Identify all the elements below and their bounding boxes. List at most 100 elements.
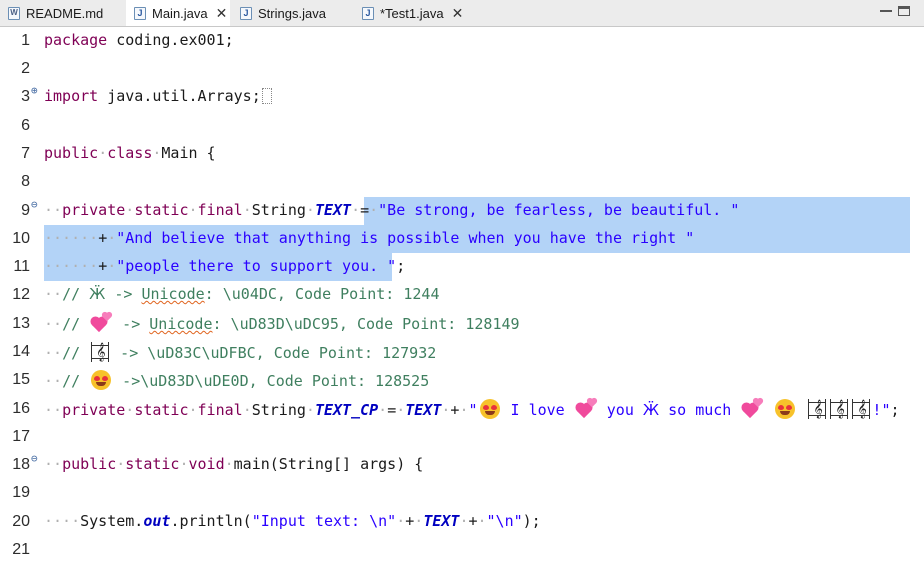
code-line: 14 ··// 𝄞 -> \uD83C\uDFBC, Code Point: 1… [0,338,924,366]
line-text: package coding.ex001; [44,31,234,49]
code-line: 2 [0,55,924,83]
two-hearts-emoji-icon [576,398,596,419]
line-number: 2 [21,60,30,77]
comment: ··// 𝄞 -> \uD83C\uDFBC, Code Point: 1279… [44,342,437,362]
maximize-icon[interactable] [898,6,910,16]
keyword: class [107,144,153,162]
text: ); [522,512,541,530]
code-line: 8 [0,168,924,196]
line-number: 12 [12,286,30,303]
string-literal: "Input text: \n" [251,512,397,530]
field-name: TEXT_CP [314,401,379,419]
comment-text: // [62,344,90,362]
code-line: 16 ··private·static·final·String·TEXT_CP… [0,395,924,423]
code-line: 6 [0,112,924,140]
tab-test1-java[interactable]: J *Test1.java ✕ [362,0,463,26]
line-number: 13 [12,315,30,332]
comment-text: // [62,285,90,303]
string-part: so much [659,401,741,419]
tab-strings-java[interactable]: J Strings.java [240,0,326,26]
comment: ··// Ӝ -> Unicode: \u04DC, Code Point: 1… [44,285,440,303]
code-line: 9 ⊖ ··private·static·final·String·TEXT·=… [0,197,924,225]
semicolon: ; [890,401,900,419]
text: Main { [161,144,216,162]
code-editor[interactable]: 1 package coding.ex001; 2 3 ⊕ import jav… [0,27,924,564]
type-name: String [251,401,306,419]
line-number: 1 [21,32,30,49]
cyrillic-char: Ӝ [89,285,106,303]
cyrillic-char: Ӝ [642,401,660,419]
line-text: ··private·static·final·String·TEXT_CP·=·… [44,398,900,419]
line-number: 11 [13,258,30,275]
string-part: you [597,401,643,419]
text: System. [80,512,144,530]
field-name: TEXT [405,401,442,419]
type-name: String [251,201,306,219]
field-name: TEXT [314,201,352,219]
java-file-icon: J [134,6,146,20]
tab-main-java[interactable]: J Main.java ✕ [126,0,230,26]
string-part: I love [501,401,574,419]
line-number: 10 [12,230,30,247]
spellcheck-word: Unicode [141,285,205,303]
close-icon[interactable]: ✕ [216,6,228,20]
code-line: 7 public·class·Main { [0,140,924,168]
editor-tab-bar: W README.md J Main.java ✕ J Strings.java… [0,0,924,27]
operator: = [360,201,370,219]
line-number: 3 [21,88,30,105]
line-text: ··private·static·final·String·TEXT·=·"Be… [44,201,740,219]
keyword: package [44,31,108,49]
line-text: ····System.out.println("Input text: \n"·… [44,512,541,530]
two-hearts-emoji-icon [91,312,112,333]
operator: = [387,401,397,419]
musical-score-emoji-icon: 𝄞 [808,399,827,419]
heart-eyes-emoji-icon [91,370,112,390]
string-literal: "\n" [486,512,523,530]
operator: + [98,229,108,247]
keyword: private [62,201,126,219]
two-hearts-emoji-icon [742,398,763,419]
comment-text: ->\uD83D\uDE0D, Code Point: 128525 [113,372,430,390]
string-part: !" [872,401,891,419]
keyword: void [188,455,225,473]
tab-label: README.md [26,5,104,21]
markdown-file-icon: W [8,6,20,20]
line-number: 7 [21,145,30,162]
fold-minus-icon[interactable]: ⊖ [31,452,38,465]
line-number: 18 [12,456,30,473]
string-literal: "And believe that anything is possible w… [116,229,695,247]
line-text: import java.util.Arrays; [44,87,272,105]
spellcheck-word: Unicode [149,315,213,333]
line-number: 14 [12,343,30,360]
line-number: 9 [21,202,30,219]
text: .println( [170,512,252,530]
code-line: 18 ⊖ ··public·static·void·main(String[] … [0,451,924,479]
operator: + [98,257,108,275]
string-literal: " I love you Ӝ so much 𝄞 𝄞 𝄞 !" [468,398,891,419]
fold-plus-icon[interactable]: ⊕ [31,84,38,97]
fold-minus-icon[interactable]: ⊖ [31,198,38,211]
musical-score-emoji-icon: 𝄞 [852,399,871,419]
code-line: 19 [0,479,924,507]
close-icon[interactable]: ✕ [452,6,464,20]
code-line: 3 ⊕ import java.util.Arrays; [0,83,924,111]
line-number: 6 [21,117,30,134]
comment: ··// -> Unicode: \uD83D\uDC95, Code Poin… [44,312,520,333]
code-line: 10 ······+·"And believe that anything is… [0,225,924,253]
java-file-icon: J [240,6,252,20]
tab-label: Main.java [152,5,208,21]
comment-text: // [62,315,90,333]
operator: + [405,512,415,530]
field-name: TEXT [423,512,460,530]
minimize-icon[interactable] [880,6,892,12]
line-text: ··public·static·void·main(String[] args)… [44,455,424,473]
keyword: private [62,401,126,419]
code-line: 1 package coding.ex001; [0,27,924,55]
string-literal: "people there to support you. " [116,257,397,275]
text: coding.ex001; [107,31,234,49]
comment-text: -> \uD83C\uDFBC, Code Point: 127932 [111,344,437,362]
tab-readme-md[interactable]: W README.md [8,0,103,26]
code-line: 20 ····System.out.println("Input text: \… [0,508,924,536]
keyword: final [197,401,243,419]
line-number: 8 [21,173,30,190]
